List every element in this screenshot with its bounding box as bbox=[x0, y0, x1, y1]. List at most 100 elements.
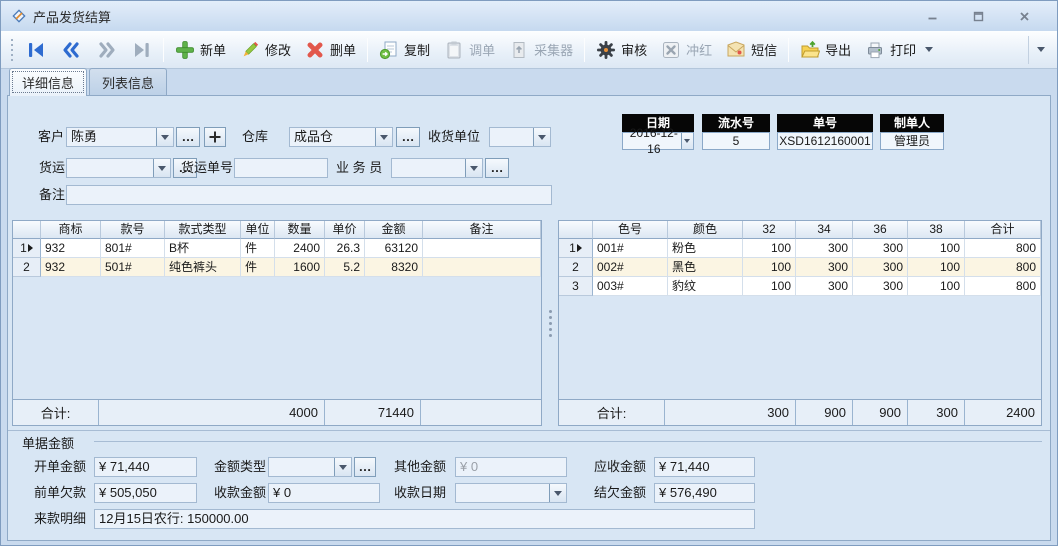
dropdown-arrow-icon[interactable] bbox=[549, 484, 566, 502]
table-splitter[interactable] bbox=[544, 220, 556, 426]
receivable-amount-input[interactable]: ¥ 71,440 bbox=[654, 457, 755, 477]
col-size-36[interactable]: 36 bbox=[853, 221, 908, 239]
nav-prev-button[interactable] bbox=[53, 37, 89, 63]
colors-row-1[interactable]: 1 001# 粉色 100 300 300 100 800 bbox=[559, 239, 1041, 258]
audit-button-label: 审核 bbox=[621, 40, 647, 59]
collector-button-label: 采集器 bbox=[534, 40, 573, 59]
reverse-icon bbox=[661, 40, 681, 60]
payment-detail-label: 来款明细 bbox=[34, 509, 86, 529]
receive-date-value[interactable] bbox=[456, 484, 549, 502]
detail-page: 客户 陈勇 … 仓库 成品仓 … 收货单位 货运 … 货运单号 业 务 员 bbox=[7, 95, 1051, 541]
col-color-no[interactable]: 色号 bbox=[593, 221, 668, 239]
col-color[interactable]: 颜色 bbox=[668, 221, 743, 239]
freight-no-input[interactable] bbox=[234, 158, 328, 178]
nav-last-button[interactable] bbox=[125, 37, 159, 63]
minimize-button[interactable] bbox=[921, 7, 943, 25]
toolbar-overflow-button[interactable] bbox=[1028, 36, 1053, 64]
col-price[interactable]: 单价 bbox=[325, 221, 365, 239]
tab-list-info[interactable]: 列表信息 bbox=[89, 68, 167, 95]
collector-button[interactable]: 采集器 bbox=[502, 36, 580, 64]
maker-header: 制单人 bbox=[880, 114, 944, 132]
sms-button-label: 短信 bbox=[751, 40, 777, 59]
amount-type-combo[interactable] bbox=[268, 457, 352, 477]
col-brand[interactable]: 商标 bbox=[41, 221, 101, 239]
dropdown-arrow-icon[interactable] bbox=[153, 159, 170, 177]
dropdown-arrow-icon[interactable] bbox=[681, 133, 693, 149]
colors-row-2[interactable]: 2 002# 黑色 100 300 300 100 800 bbox=[559, 258, 1041, 277]
toolbar-grip[interactable] bbox=[9, 39, 15, 61]
col-type[interactable]: 款式类型 bbox=[165, 221, 241, 239]
dropdown-arrow-icon[interactable] bbox=[156, 128, 173, 146]
serial-header: 流水号 bbox=[702, 114, 770, 132]
freight-no-label: 货运单号 bbox=[181, 158, 233, 178]
current-row-marker bbox=[28, 244, 33, 252]
col-style[interactable]: 款号 bbox=[101, 221, 165, 239]
reverse-button[interactable]: 冲红 bbox=[654, 36, 719, 64]
warehouse-combo[interactable]: 成品仓 bbox=[289, 127, 393, 147]
remark-input[interactable] bbox=[66, 185, 552, 205]
dropdown-arrow-icon[interactable] bbox=[375, 128, 392, 146]
amount-type-lookup-button[interactable]: … bbox=[354, 457, 376, 477]
receiver-value[interactable] bbox=[490, 128, 533, 146]
receiver-combo[interactable] bbox=[489, 127, 551, 147]
amount-type-value[interactable] bbox=[269, 458, 334, 476]
customer-add-button[interactable] bbox=[204, 127, 226, 147]
tab-detail-info[interactable]: 详细信息 bbox=[9, 68, 87, 96]
print-dropdown-caret[interactable] bbox=[925, 47, 933, 52]
warehouse-value[interactable]: 成品仓 bbox=[290, 128, 375, 146]
received-amount-input[interactable]: ¥ 0 bbox=[268, 483, 380, 503]
col-remark[interactable]: 备注 bbox=[423, 221, 541, 239]
receive-date-combo[interactable] bbox=[455, 483, 567, 503]
toolbar-overflow-caret bbox=[1037, 47, 1045, 52]
print-icon bbox=[865, 40, 885, 60]
salesman-lookup-button[interactable]: … bbox=[485, 158, 509, 178]
col-size-34[interactable]: 34 bbox=[796, 221, 853, 239]
nav-first-button[interactable] bbox=[19, 37, 53, 63]
payment-detail-input[interactable]: 12月15日农行: 150000.00 bbox=[94, 509, 755, 529]
customer-lookup-button[interactable]: … bbox=[176, 127, 200, 147]
freight-combo[interactable] bbox=[66, 158, 171, 178]
dropdown-arrow-icon[interactable] bbox=[334, 458, 351, 476]
billing-amount-input[interactable]: ¥ 71,440 bbox=[94, 457, 197, 477]
main-toolbar: 新单 修改 删单 复制 调单 采集器 审核 冲红 bbox=[1, 31, 1057, 69]
export-button[interactable]: 导出 bbox=[793, 36, 858, 64]
col-unit[interactable]: 单位 bbox=[241, 221, 275, 239]
items-row-2[interactable]: 2 932 501# 纯色裤头 件 1600 5.2 8320 bbox=[13, 258, 541, 277]
col-size-32[interactable]: 32 bbox=[743, 221, 796, 239]
maximize-button[interactable] bbox=[967, 7, 989, 25]
balance-amount-input[interactable]: ¥ 576,490 bbox=[654, 483, 755, 503]
col-size-total[interactable]: 合计 bbox=[965, 221, 1041, 239]
items-row-1[interactable]: 1 932 801# B杯 件 2400 26.3 63120 bbox=[13, 239, 541, 258]
sms-button[interactable]: 短信 bbox=[719, 36, 784, 64]
col-size-38[interactable]: 38 bbox=[908, 221, 965, 239]
sms-icon bbox=[726, 40, 746, 60]
delete-icon bbox=[305, 40, 325, 60]
customer-value[interactable]: 陈勇 bbox=[67, 128, 156, 146]
new-button[interactable]: 新单 bbox=[168, 36, 233, 64]
col-qty[interactable]: 数量 bbox=[275, 221, 325, 239]
copy-button[interactable]: 复制 bbox=[372, 36, 437, 64]
warehouse-lookup-button[interactable]: … bbox=[396, 127, 420, 147]
dropdown-arrow-icon[interactable] bbox=[465, 159, 482, 177]
items-total-amount: 71440 bbox=[325, 400, 421, 425]
close-button[interactable] bbox=[1013, 7, 1035, 25]
delete-button[interactable]: 删单 bbox=[298, 36, 363, 64]
docno-value: XSD1612160001 bbox=[777, 132, 873, 150]
edit-button[interactable]: 修改 bbox=[233, 36, 298, 64]
salesman-value[interactable] bbox=[392, 159, 465, 177]
print-button[interactable]: 打印 bbox=[858, 36, 940, 64]
audit-button[interactable]: 审核 bbox=[589, 36, 654, 64]
warehouse-label: 仓库 bbox=[242, 127, 268, 147]
prev-debt-input[interactable]: ¥ 505,050 bbox=[94, 483, 197, 503]
dropdown-arrow-icon[interactable] bbox=[533, 128, 550, 146]
date-combo[interactable]: 2016-12-16 bbox=[622, 132, 694, 150]
customer-combo[interactable]: 陈勇 bbox=[66, 127, 174, 147]
col-amount[interactable]: 金额 bbox=[365, 221, 423, 239]
freight-value[interactable] bbox=[67, 159, 153, 177]
new-icon bbox=[175, 40, 195, 60]
salesman-combo[interactable] bbox=[391, 158, 483, 178]
colors-row-3[interactable]: 3 003# 豹纹 100 300 300 100 800 bbox=[559, 277, 1041, 296]
transfer-button[interactable]: 调单 bbox=[437, 36, 502, 64]
other-amount-input[interactable]: ¥ 0 bbox=[455, 457, 567, 477]
nav-next-button[interactable] bbox=[89, 37, 125, 63]
